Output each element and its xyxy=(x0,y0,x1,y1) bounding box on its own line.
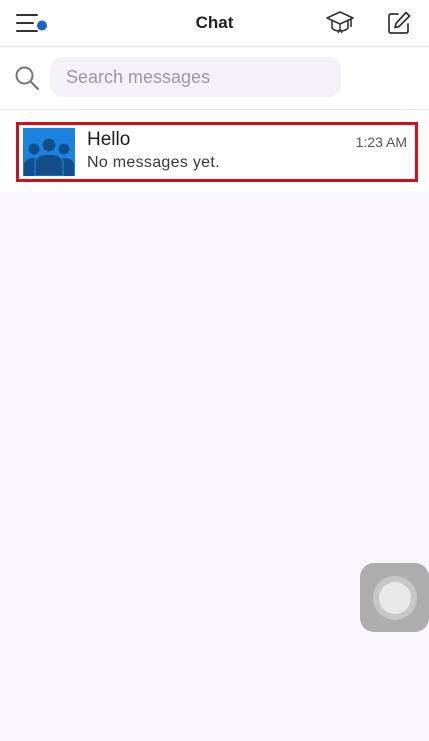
top-bar: Chat xyxy=(0,0,429,47)
chat-timestamp: 1:23 AM xyxy=(355,134,407,150)
assistive-touch-center xyxy=(379,582,411,614)
notification-dot xyxy=(37,20,47,31)
assistive-touch-button[interactable] xyxy=(360,563,429,632)
chat-screen: Chat Search messages Hello 1:23 AM No me… xyxy=(0,0,429,741)
menu-button[interactable] xyxy=(14,12,48,34)
chat-title: Hello xyxy=(87,129,131,150)
search-icon xyxy=(15,66,40,91)
education-button[interactable] xyxy=(325,9,355,37)
search-bar xyxy=(0,47,429,110)
search-input[interactable] xyxy=(50,57,341,97)
chat-list-item-hello[interactable]: Hello 1:23 AM No messages yet. xyxy=(16,122,418,182)
hamburger-menu-icon xyxy=(16,14,47,32)
compose-icon xyxy=(388,11,411,34)
graduation-cap-icon xyxy=(326,11,354,34)
group-avatar-icon xyxy=(23,128,75,176)
compose-button[interactable] xyxy=(386,10,412,36)
chat-preview: No messages yet. xyxy=(87,154,220,171)
page-title: Chat xyxy=(195,13,234,32)
chat-list: Hello 1:23 AM No messages yet. xyxy=(0,110,429,192)
avatar xyxy=(23,128,75,176)
